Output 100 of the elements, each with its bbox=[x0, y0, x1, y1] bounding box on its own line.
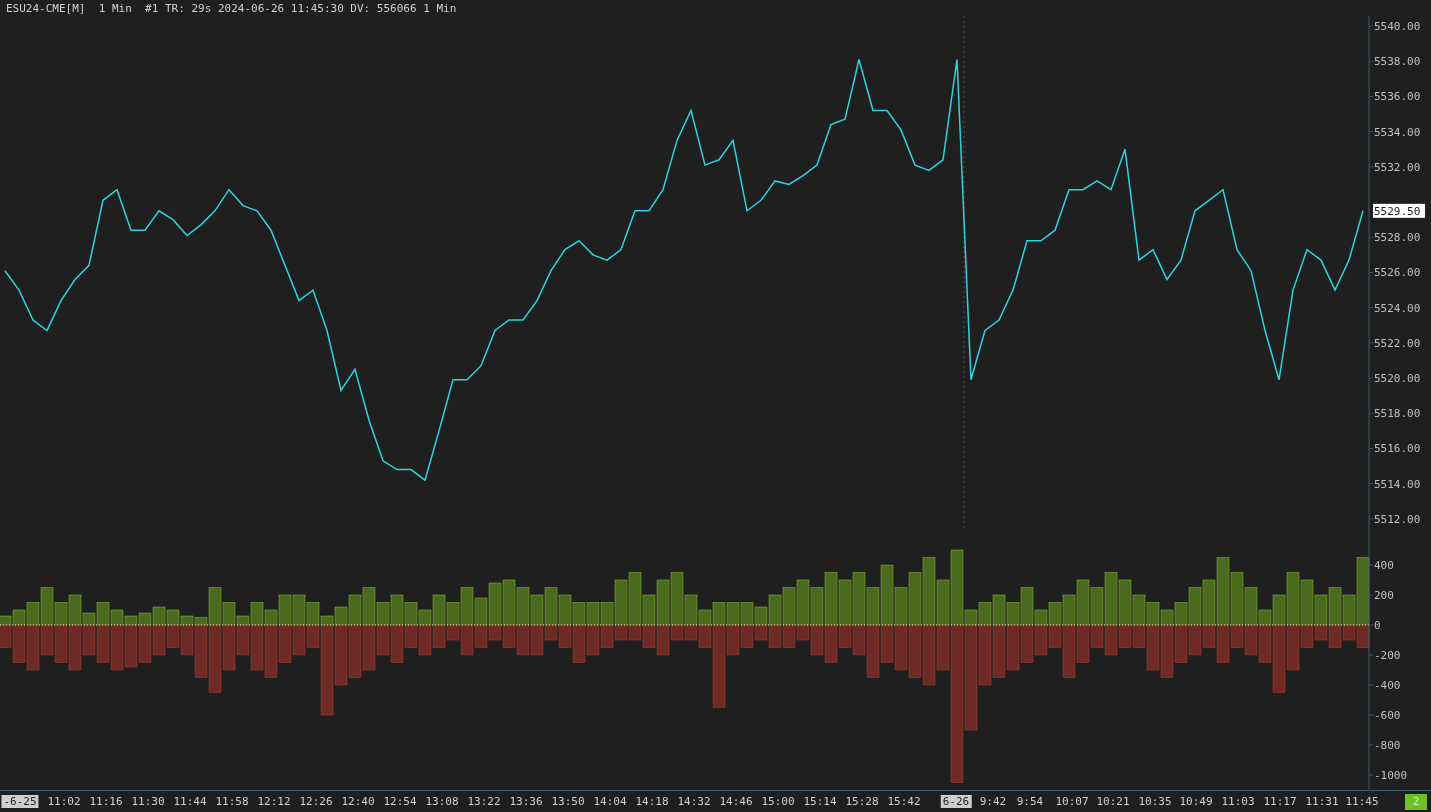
time-axis-label: 14:32 bbox=[676, 795, 712, 808]
sell-volume-bar bbox=[54, 624, 68, 663]
time-axis-label: 11:16 bbox=[88, 795, 124, 808]
time-axis-label: 11:03 bbox=[1220, 795, 1256, 808]
sell-volume-bar bbox=[96, 624, 110, 663]
buy-volume-bar bbox=[404, 602, 418, 626]
sell-volume-bar bbox=[138, 624, 152, 663]
time-axis-label: 13:36 bbox=[508, 795, 544, 808]
price-axis-label: 5512.00 bbox=[1374, 512, 1421, 526]
time-axis-label: 11:30 bbox=[130, 795, 166, 808]
time-axis-label: 11:58 bbox=[214, 795, 250, 808]
sell-volume-bar bbox=[1314, 624, 1328, 641]
price-axis-label: 5534.00 bbox=[1374, 125, 1421, 139]
sell-volume-bar bbox=[768, 624, 782, 648]
sell-volume-bar bbox=[1034, 624, 1048, 656]
delta-axis-label: -1000 bbox=[1374, 769, 1408, 782]
time-axis-label: 14:04 bbox=[592, 795, 628, 808]
buy-volume-bar bbox=[838, 579, 852, 626]
time-axis-label: 12:54 bbox=[382, 795, 418, 808]
buy-volume-bar bbox=[1230, 572, 1244, 626]
sell-volume-bar bbox=[614, 624, 628, 641]
time-axis-label: 13:08 bbox=[424, 795, 460, 808]
buy-volume-bar bbox=[152, 606, 166, 626]
buy-volume-bar bbox=[1328, 587, 1342, 626]
time-axis-label: 9:54 bbox=[1015, 795, 1045, 808]
buy-volume-bar bbox=[726, 602, 740, 626]
time-axis-label: 15:42 bbox=[886, 795, 922, 808]
sell-volume-bar bbox=[264, 624, 278, 678]
buy-volume-bar bbox=[586, 602, 600, 626]
time-axis-label: 13:22 bbox=[466, 795, 502, 808]
time-axis-label: 12:40 bbox=[340, 795, 376, 808]
status-badge: 2 bbox=[1405, 793, 1427, 810]
sell-volume-bar bbox=[152, 624, 166, 656]
delta-axis-label: -600 bbox=[1374, 709, 1401, 722]
sell-volume-bar bbox=[124, 624, 138, 668]
buy-volume-bar bbox=[390, 594, 404, 626]
sell-volume-bar bbox=[1006, 624, 1020, 671]
price-axis-label: 5516.00 bbox=[1374, 442, 1421, 456]
buy-volume-bar bbox=[530, 594, 544, 626]
sell-volume-bar bbox=[754, 624, 768, 641]
buy-volume-bar bbox=[138, 612, 152, 626]
buy-volume-bar bbox=[796, 579, 810, 626]
price-axis-label: 5528.00 bbox=[1374, 231, 1421, 245]
buy-volume-bar bbox=[852, 572, 866, 626]
buy-volume-bar bbox=[978, 602, 992, 626]
sell-volume-bar bbox=[474, 624, 488, 648]
buy-volume-bar bbox=[292, 594, 306, 626]
price-axis-label: 5540.00 bbox=[1374, 20, 1421, 34]
chart-title: ESU24-CME[M] 1 Min #1 TR: 29s 2024-06-26 11:45:30 DV: 556066 1 Min bbox=[6, 1, 457, 15]
buy-volume-bar bbox=[810, 587, 824, 626]
sell-volume-bar bbox=[292, 624, 306, 656]
sell-volume-bar bbox=[628, 624, 642, 641]
sell-volume-bar bbox=[1188, 624, 1202, 656]
price-axis-label: 5538.00 bbox=[1374, 55, 1421, 69]
buy-volume-bar bbox=[1090, 587, 1104, 626]
sell-volume-bar bbox=[1244, 624, 1258, 656]
sell-volume-bar bbox=[992, 624, 1006, 678]
time-axis-label: 12:12 bbox=[256, 795, 292, 808]
time-axis-label: 11:31 bbox=[1304, 795, 1340, 808]
sell-volume-bar bbox=[684, 624, 698, 641]
sell-volume-bar bbox=[782, 624, 796, 648]
price-axis-label: 5536.00 bbox=[1374, 90, 1421, 104]
date-axis-label: 6-26 bbox=[940, 795, 972, 808]
sell-volume-bar bbox=[166, 624, 180, 648]
sell-volume-bar bbox=[922, 624, 936, 686]
time-axis-label: 11:45 bbox=[1344, 795, 1380, 808]
sell-volume-bar bbox=[642, 624, 656, 648]
sell-volume-bar bbox=[1020, 624, 1034, 663]
sell-volume-bar bbox=[432, 624, 446, 648]
delta-axis-label: -200 bbox=[1374, 649, 1401, 662]
sell-volume-bar bbox=[880, 624, 894, 663]
buy-volume-bar bbox=[824, 572, 838, 626]
time-axis-label: 15:00 bbox=[760, 795, 796, 808]
price-axis-label: 5518.00 bbox=[1374, 407, 1421, 421]
time-axis-label: 10:07 bbox=[1054, 795, 1090, 808]
delta-axis-label: 400 bbox=[1374, 559, 1394, 572]
sell-volume-bar bbox=[740, 624, 754, 648]
time-axis-label: 14:46 bbox=[718, 795, 754, 808]
price-axis-label: 5532.00 bbox=[1374, 160, 1421, 174]
sell-volume-bar bbox=[278, 624, 292, 663]
sell-volume-bar bbox=[516, 624, 530, 656]
price-axis-label: 5522.00 bbox=[1374, 336, 1421, 350]
buy-volume-bar bbox=[502, 579, 516, 626]
sell-volume-bar bbox=[1174, 624, 1188, 663]
time-axis-label: 11:44 bbox=[172, 795, 208, 808]
time-axis-label: 10:49 bbox=[1178, 795, 1214, 808]
sell-volume-bar bbox=[1356, 624, 1370, 648]
buy-volume-bar bbox=[1146, 602, 1160, 626]
buy-volume-bar bbox=[992, 594, 1006, 626]
time-axis-label: 11:17 bbox=[1262, 795, 1298, 808]
time-axis-label: 12:26 bbox=[298, 795, 334, 808]
buy-volume-bar bbox=[1104, 572, 1118, 626]
sell-volume-bar bbox=[110, 624, 124, 671]
sell-volume-bar bbox=[1328, 624, 1342, 648]
buy-volume-bar bbox=[908, 572, 922, 626]
buy-volume-bar bbox=[740, 602, 754, 626]
time-axis-label: 11:02 bbox=[46, 795, 82, 808]
delta-axis-label: 200 bbox=[1374, 589, 1394, 602]
time-axis-label: 10:21 bbox=[1095, 795, 1131, 808]
sell-volume-bar bbox=[1342, 624, 1356, 641]
